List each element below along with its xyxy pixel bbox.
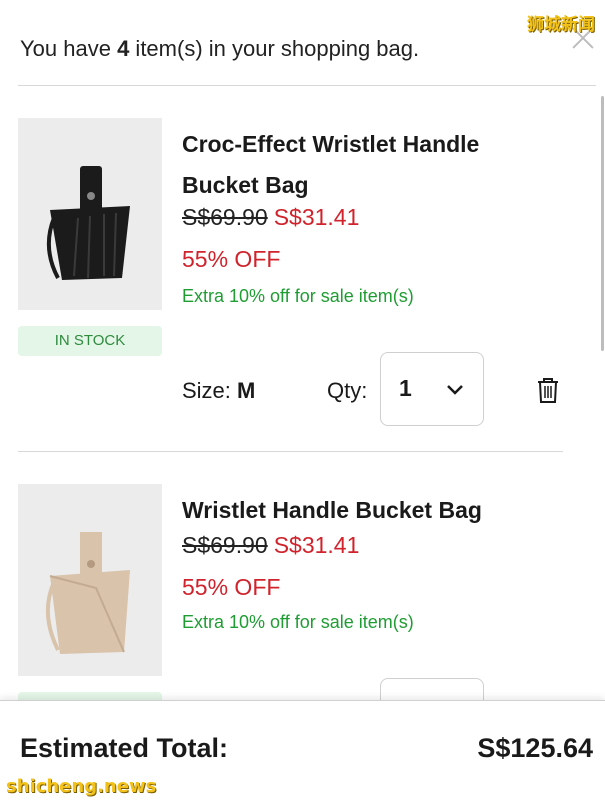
- product-name[interactable]: Croc-Effect Wristlet Handle Bucket Bag: [182, 124, 512, 206]
- price-row: S$69.90 S$31.41: [182, 204, 359, 231]
- product-image[interactable]: [18, 484, 162, 676]
- quantity-select[interactable]: 1: [380, 352, 484, 426]
- beige-bag-illustration: [45, 532, 130, 654]
- black-bag-illustration: [46, 166, 130, 280]
- size-info: Size: M: [182, 378, 255, 404]
- scrollbar[interactable]: [601, 96, 604, 351]
- quantity-value: 1: [399, 375, 412, 401]
- bag-summary: You have 4 item(s) in your shopping bag.: [20, 36, 419, 62]
- watermark-bottom: shicheng.news: [6, 776, 157, 797]
- size-value: M: [237, 378, 256, 403]
- qty-label: Qty:: [327, 378, 368, 403]
- discount-label: 55% OFF: [182, 246, 281, 272]
- price-row: S$69.90 S$31.41: [182, 532, 359, 559]
- chevron-down-icon: [447, 385, 463, 395]
- bag-item-count: 4: [117, 36, 130, 61]
- total-value: S$125.64: [477, 733, 593, 763]
- sale-price: S$31.41: [273, 204, 360, 230]
- bag-summary-prefix: You have: [20, 36, 118, 61]
- total-label: Estimated Total:: [20, 733, 229, 763]
- divider: [18, 451, 563, 452]
- original-price: S$69.90: [182, 204, 268, 230]
- extra-offer-text: Extra 10% off for sale item(s): [182, 612, 414, 632]
- size-label: Size:: [182, 378, 231, 403]
- divider: [18, 85, 596, 86]
- original-price: S$69.90: [182, 532, 268, 558]
- discount-label: 55% OFF: [182, 574, 281, 600]
- product-image[interactable]: [18, 118, 162, 310]
- bag-summary-suffix: item(s) in your shopping bag.: [129, 36, 420, 61]
- trash-icon[interactable]: [536, 376, 560, 404]
- sale-price: S$31.41: [273, 532, 360, 558]
- product-name[interactable]: Wristlet Handle Bucket Bag: [182, 490, 512, 531]
- stock-badge: IN STOCK: [18, 326, 162, 356]
- extra-offer-text: Extra 10% off for sale item(s): [182, 286, 414, 306]
- watermark-top: 狮城新闻: [527, 15, 595, 35]
